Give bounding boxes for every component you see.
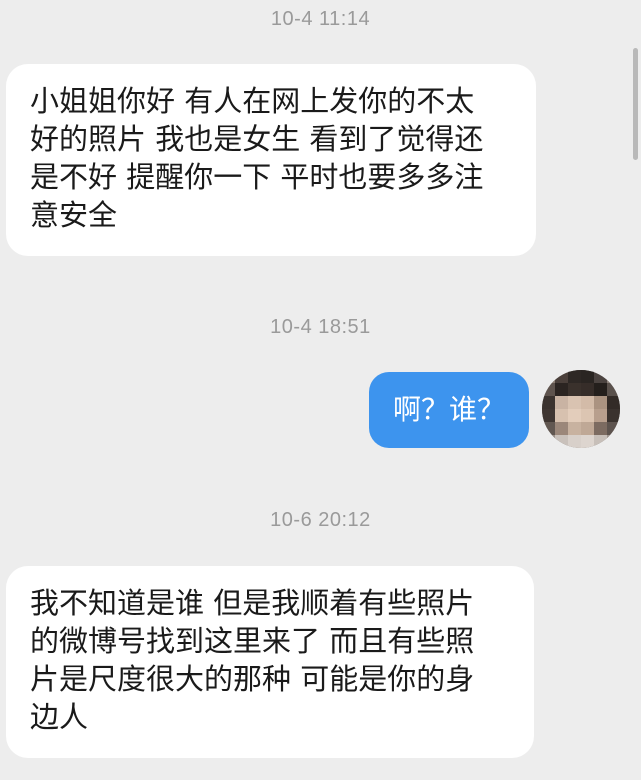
timestamp: 10-6 20:12 <box>270 509 371 531</box>
scrollbar[interactable] <box>633 48 638 160</box>
timestamp: 10-4 18:51 <box>270 316 371 338</box>
chat-thread: 10-4 11:14 小姐姐你好 有人在网上发你的不太 好的照片 我也是女生 看… <box>0 0 641 780</box>
incoming-message-bubble[interactable]: 我不知道是谁 但是我顺着有些照片 的微博号找到这里来了 而且有些照 片是尺度很大… <box>6 566 534 758</box>
timestamp: 10-4 11:14 <box>270 8 371 30</box>
incoming-message-bubble[interactable]: 小姐姐你好 有人在网上发你的不太 好的照片 我也是女生 看到了觉得还 是不好 提… <box>6 64 536 256</box>
outgoing-message-bubble[interactable]: 啊？谁？ <box>369 372 529 448</box>
user-avatar[interactable] <box>542 370 620 448</box>
